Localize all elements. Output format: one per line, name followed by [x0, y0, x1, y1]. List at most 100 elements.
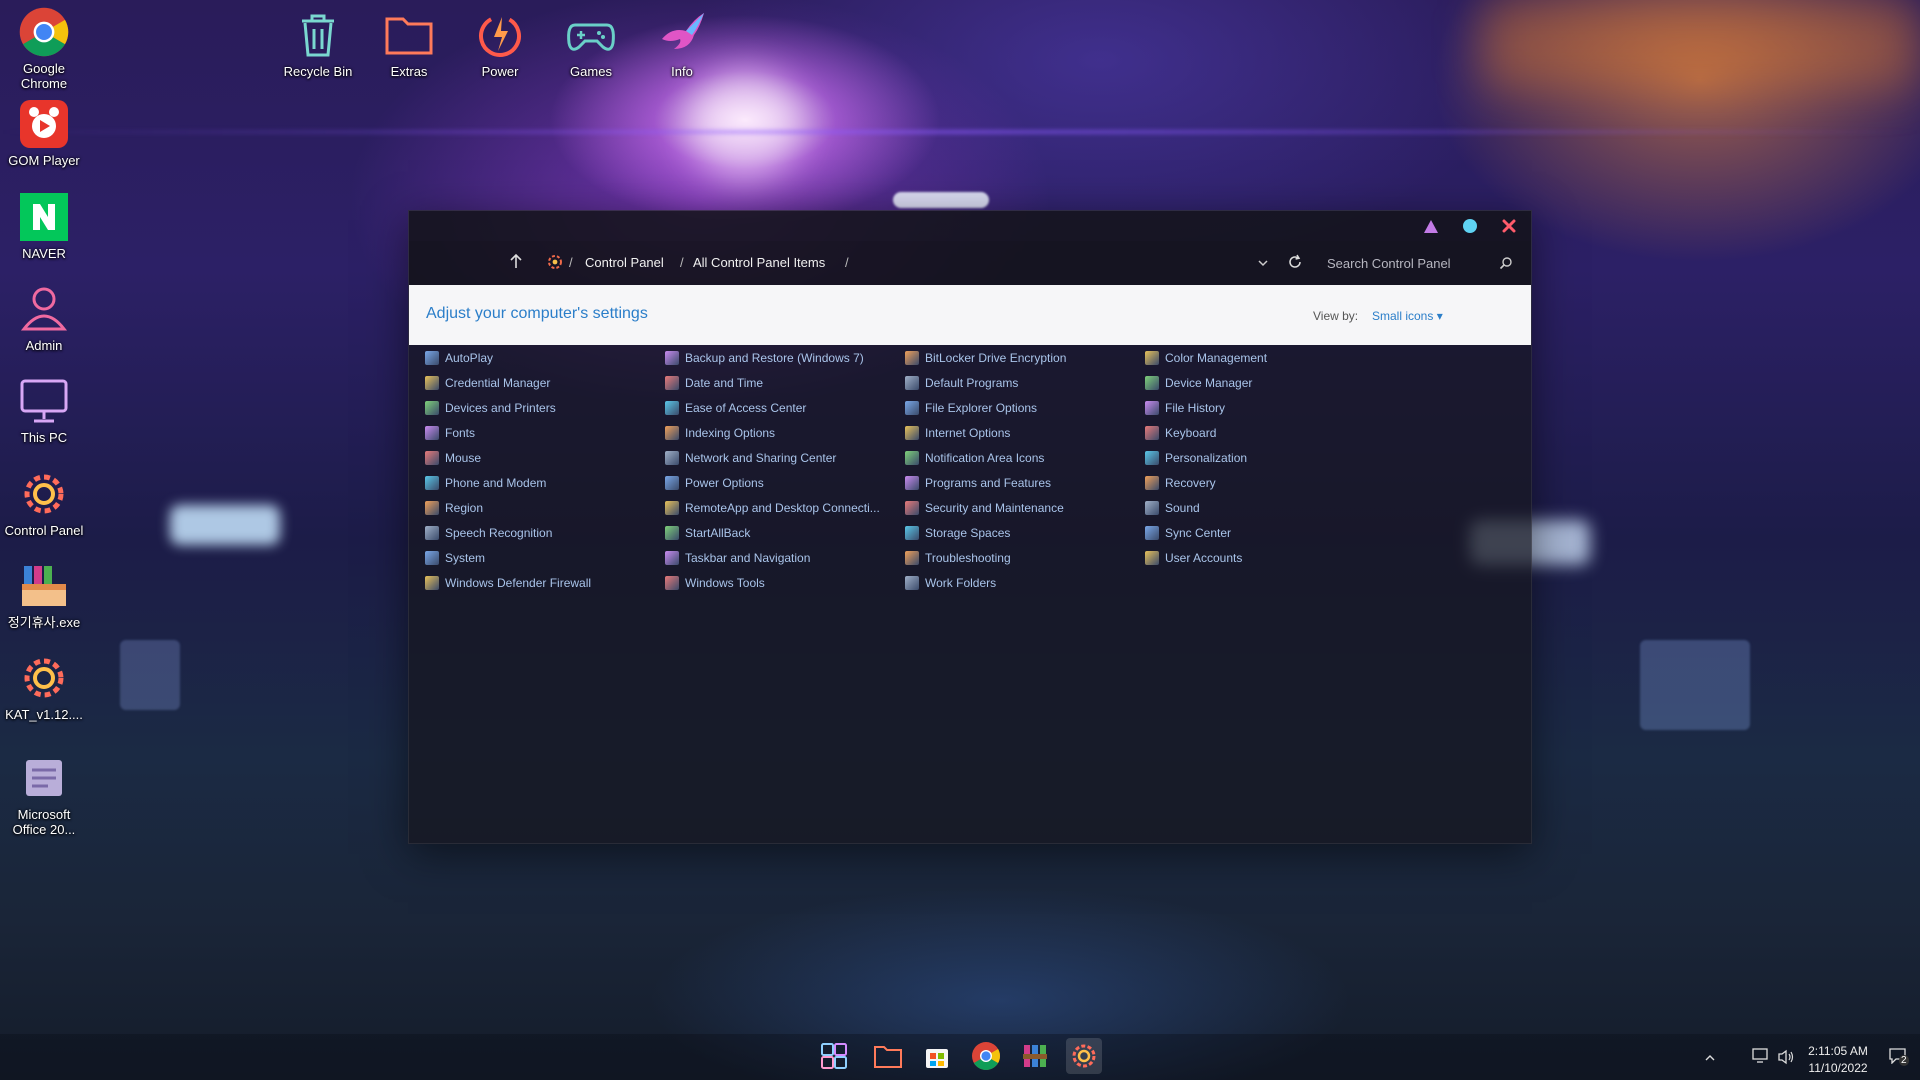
search-input[interactable] [1319, 254, 1499, 272]
item-color-management[interactable]: Color Management [1145, 345, 1375, 370]
maximize-button[interactable] [1462, 218, 1478, 234]
up-button[interactable] [509, 253, 523, 272]
desktop-icon-label: Power [481, 64, 519, 79]
item-troubleshooting[interactable]: Troubleshooting [905, 545, 1135, 570]
breadcrumb-control-panel[interactable]: Control Panel [585, 255, 664, 270]
item-speech-recognition[interactable]: Speech Recognition [425, 520, 655, 545]
desktop-icon-folder[interactable]: Extras [365, 8, 453, 79]
search-box[interactable] [1319, 249, 1517, 277]
start-button[interactable] [816, 1038, 852, 1074]
item-file-history[interactable]: File History [1145, 395, 1375, 420]
taskbar-store[interactable] [919, 1038, 955, 1074]
desktop-icon-user[interactable]: Admin [0, 282, 88, 353]
item-devices-and-printers[interactable]: Devices and Printers [425, 395, 655, 420]
breadcrumb-separator: / [680, 255, 684, 270]
network-button[interactable] [1752, 1048, 1770, 1069]
item-notification-area-icons[interactable]: Notification Area Icons [905, 445, 1135, 470]
item-date-and-time[interactable]: Date and Time [665, 370, 895, 395]
desktop-icon-power[interactable]: Power [456, 8, 544, 79]
item-sound[interactable]: Sound [1145, 495, 1375, 520]
taskbar-control-panel[interactable] [1066, 1038, 1102, 1074]
desktop-icon-label: Recycle Bin [283, 64, 353, 79]
item-taskbar-and-navigation[interactable]: Taskbar and Navigation [665, 545, 895, 570]
desktop-icon-recycle-bin[interactable]: Recycle Bin [274, 8, 362, 79]
item-device-manager[interactable]: Device Manager [1145, 370, 1375, 395]
item-user-accounts[interactable]: User Accounts [1145, 545, 1375, 570]
item-fonts[interactable]: Fonts [425, 420, 655, 445]
tray-overflow-button[interactable] [1704, 1050, 1716, 1068]
item-label: Recovery [1165, 475, 1216, 490]
refresh-button[interactable] [1287, 254, 1303, 273]
taskbar-winrar[interactable] [1017, 1038, 1053, 1074]
item-phone-and-modem[interactable]: Phone and Modem [425, 470, 655, 495]
item-sync-center[interactable]: Sync Center [1145, 520, 1375, 545]
item-startallback[interactable]: StartAllBack [665, 520, 895, 545]
item-default-programs[interactable]: Default Programs [905, 370, 1135, 395]
startallback-icon [665, 525, 679, 540]
remoteapp-and-desktop-connecti-icon [665, 500, 679, 515]
item-remoteapp-and-desktop-connecti[interactable]: RemoteApp and Desktop Connecti... [665, 495, 895, 520]
notification-button[interactable]: 2 [1889, 1048, 1909, 1069]
item-recovery[interactable]: Recovery [1145, 470, 1375, 495]
autoplay-icon [425, 350, 439, 365]
desktop-icon-naver[interactable]: NAVER [0, 190, 88, 261]
desktop-icon-bird[interactable]: Info [638, 8, 726, 79]
view-by-label: View by: [1313, 309, 1359, 323]
view-by-dropdown[interactable]: Small icons ▾ [1372, 309, 1443, 323]
item-programs-and-features[interactable]: Programs and Features [905, 470, 1135, 495]
chevron-down-icon [1258, 260, 1268, 267]
item-label: Fonts [445, 425, 476, 440]
desktop-icon-archive[interactable]: 정기휴사.exe [0, 559, 88, 630]
triangle-icon [1424, 219, 1438, 233]
item-windows-defender-firewall[interactable]: Windows Defender Firewall [425, 570, 655, 595]
item-label: Troubleshooting [925, 550, 1011, 565]
item-network-and-sharing-center[interactable]: Network and Sharing Center [665, 445, 895, 470]
desktop-icon-gom-player[interactable]: GOM Player [0, 97, 88, 168]
desktop-icon-chrome[interactable]: Google Chrome [0, 5, 88, 91]
item-power-options[interactable]: Power Options [665, 470, 895, 495]
item-label: System [445, 550, 486, 565]
desktop-icon-label: Admin [25, 338, 63, 353]
item-region[interactable]: Region [425, 495, 655, 520]
item-keyboard[interactable]: Keyboard [1145, 420, 1375, 445]
keyboard-icon [1145, 425, 1159, 440]
item-work-folders[interactable]: Work Folders [905, 570, 1135, 595]
chrome-icon [17, 5, 71, 59]
volume-button[interactable] [1777, 1049, 1795, 1070]
history-dropdown-button[interactable] [1257, 256, 1269, 271]
desktop-icon-office[interactable]: Microsoft Office 20... [0, 751, 88, 837]
item-internet-options[interactable]: Internet Options [905, 420, 1135, 445]
default-programs-icon [905, 375, 919, 390]
breadcrumb-all-items[interactable]: All Control Panel Items [693, 255, 825, 270]
minimize-button[interactable] [1423, 218, 1439, 234]
item-backup-and-restore-windows-7[interactable]: Backup and Restore (Windows 7) [665, 345, 895, 370]
item-windows-tools[interactable]: Windows Tools [665, 570, 895, 595]
item-security-and-maintenance[interactable]: Security and Maintenance [905, 495, 1135, 520]
item-storage-spaces[interactable]: Storage Spaces [905, 520, 1135, 545]
desktop-icon-gear[interactable]: KAT_v1.12.... [0, 651, 88, 722]
taskbar-file-explorer[interactable] [870, 1038, 906, 1074]
item-mouse[interactable]: Mouse [425, 445, 655, 470]
taskbar-chrome[interactable] [968, 1038, 1004, 1074]
item-file-explorer-options[interactable]: File Explorer Options [905, 395, 1135, 420]
item-personalization[interactable]: Personalization [1145, 445, 1375, 470]
item-system[interactable]: System [425, 545, 655, 570]
title-bar[interactable] [409, 211, 1531, 241]
desktop-icon-monitor[interactable]: This PC [0, 374, 88, 445]
close-button[interactable] [1501, 218, 1517, 234]
search-icon[interactable] [1499, 256, 1513, 270]
item-autoplay[interactable]: AutoPlay [425, 345, 655, 370]
item-credential-manager[interactable]: Credential Manager [425, 370, 655, 395]
item-indexing-options[interactable]: Indexing Options [665, 420, 895, 445]
desktop-icon-gamepad[interactable]: Games [547, 8, 635, 79]
desktop-icon-gear[interactable]: Control Panel [0, 467, 88, 538]
clock[interactable]: 2:11:05 AM 11/10/2022 [1808, 1044, 1868, 1075]
item-label: Keyboard [1165, 425, 1217, 440]
gear-icon [17, 651, 71, 705]
power-options-icon [665, 475, 679, 490]
backup-and-restore-windows-7-icon [665, 350, 679, 365]
item-ease-of-access-center[interactable]: Ease of Access Center [665, 395, 895, 420]
gear-icon [17, 467, 71, 521]
item-bitlocker-drive-encryption[interactable]: BitLocker Drive Encryption [905, 345, 1135, 370]
item-label: Indexing Options [685, 425, 776, 440]
